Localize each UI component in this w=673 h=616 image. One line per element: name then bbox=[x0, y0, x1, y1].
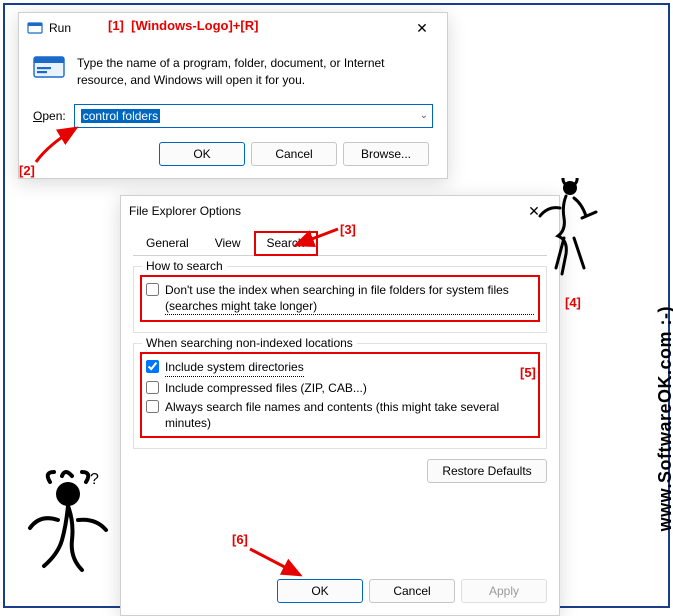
svg-text:?: ? bbox=[90, 471, 99, 488]
tab-search[interactable]: Search bbox=[254, 231, 318, 256]
feo-titlebar: File Explorer Options ✕ bbox=[121, 196, 559, 226]
restore-defaults-button[interactable]: Restore Defaults bbox=[427, 459, 547, 483]
group-title-2: When searching non-indexed locations bbox=[142, 336, 357, 350]
ok-button[interactable]: OK bbox=[277, 579, 363, 603]
tab-view[interactable]: View bbox=[202, 231, 254, 255]
group-title-1: How to search bbox=[142, 259, 227, 273]
open-label: Open: bbox=[33, 109, 66, 123]
group-non-indexed: When searching non-indexed locations Inc… bbox=[133, 343, 547, 449]
apply-button: Apply bbox=[461, 579, 547, 603]
watermark: www.SoftwareOK.com :-) bbox=[655, 306, 673, 531]
opt-include-system-dirs[interactable]: Include system directories bbox=[146, 359, 534, 376]
open-value: control folders bbox=[81, 109, 160, 123]
run-titlebar: Run ✕ bbox=[19, 13, 447, 43]
cancel-button[interactable]: Cancel bbox=[251, 142, 337, 166]
opt1-label: Don't use the index when searching in fi… bbox=[165, 282, 534, 315]
run-dialog: Run ✕ Type the name of a program, folder… bbox=[18, 12, 448, 179]
opt2-label: Include system directories bbox=[165, 359, 304, 376]
checkbox-include-system-dirs[interactable] bbox=[146, 360, 159, 373]
highlight-box-5: Include system directories Include compr… bbox=[140, 352, 540, 438]
tab-bar: General View Search bbox=[133, 230, 547, 256]
open-combobox[interactable]: control folders ⌄ bbox=[74, 104, 433, 128]
opt3-label: Include compressed files (ZIP, CAB...) bbox=[165, 380, 367, 396]
decorative-figure-top bbox=[530, 178, 600, 288]
opt-always-search-contents[interactable]: Always search file names and contents (t… bbox=[146, 399, 534, 431]
ok-button[interactable]: OK bbox=[159, 142, 245, 166]
close-icon[interactable]: ✕ bbox=[401, 13, 443, 43]
run-app-icon bbox=[33, 55, 65, 79]
feo-title: File Explorer Options bbox=[129, 204, 241, 218]
run-icon bbox=[27, 20, 43, 36]
run-description: Type the name of a program, folder, docu… bbox=[77, 55, 433, 90]
file-explorer-options-dialog: File Explorer Options ✕ General View Sea… bbox=[120, 195, 560, 616]
group-how-to-search: How to search Don't use the index when s… bbox=[133, 266, 547, 333]
checkbox-dont-use-index[interactable] bbox=[146, 283, 159, 296]
cancel-button[interactable]: Cancel bbox=[369, 579, 455, 603]
checkbox-include-compressed[interactable] bbox=[146, 381, 159, 394]
run-title: Run bbox=[49, 21, 71, 35]
opt4-label: Always search file names and contents (t… bbox=[165, 399, 534, 431]
highlight-box-4: Don't use the index when searching in fi… bbox=[140, 275, 540, 322]
tab-general[interactable]: General bbox=[133, 231, 202, 255]
opt-include-compressed[interactable]: Include compressed files (ZIP, CAB...) bbox=[146, 380, 534, 396]
checkbox-always-search-contents[interactable] bbox=[146, 400, 159, 413]
browse-button[interactable]: Browse... bbox=[343, 142, 429, 166]
chevron-down-icon: ⌄ bbox=[420, 110, 428, 121]
opt-dont-use-index[interactable]: Don't use the index when searching in fi… bbox=[146, 282, 534, 315]
decorative-figure-bottom: ? bbox=[18, 470, 128, 600]
